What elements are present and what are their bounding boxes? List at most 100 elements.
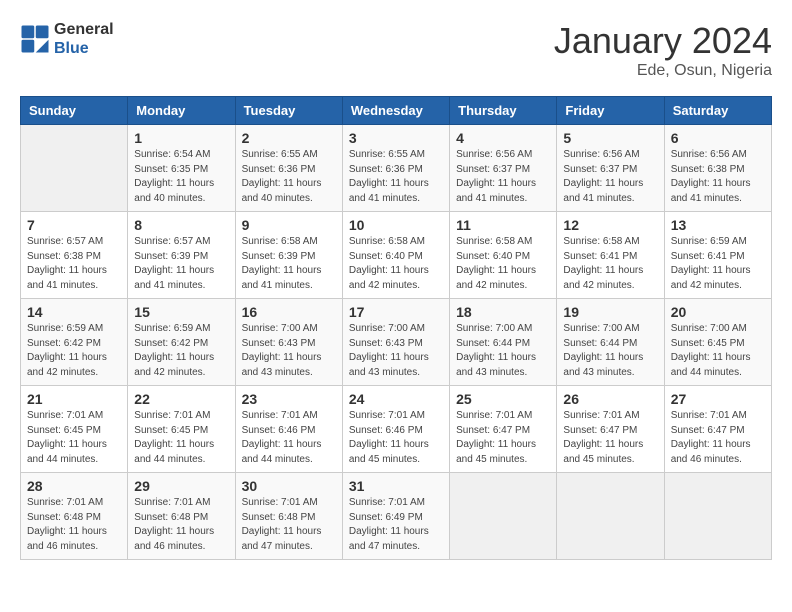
- calendar-subtitle: Ede, Osun, Nigeria: [554, 62, 772, 80]
- day-info: Sunrise: 7:00 AMSunset: 6:44 PMDaylight:…: [456, 322, 550, 380]
- calendar-title: January 2024: [554, 20, 772, 62]
- calendar-cell: 19 Sunrise: 7:00 AMSunset: 6:44 PMDayligh…: [557, 299, 664, 386]
- day-info: Sunrise: 7:01 AMSunset: 6:49 PMDaylight:…: [349, 496, 443, 554]
- calendar-cell: 12 Sunrise: 6:58 AMSunset: 6:41 PMDayligh…: [557, 212, 664, 299]
- page-header: General Blue January 2024 Ede, Osun, Nig…: [20, 20, 772, 80]
- day-info: Sunrise: 6:57 AMSunset: 6:39 PMDaylight:…: [134, 235, 228, 293]
- day-info: Sunrise: 7:00 AMSunset: 6:43 PMDaylight:…: [349, 322, 443, 380]
- day-number: 9: [242, 217, 336, 233]
- title-block: January 2024 Ede, Osun, Nigeria: [554, 20, 772, 80]
- day-number: 21: [27, 391, 121, 407]
- day-info: Sunrise: 6:54 AMSunset: 6:35 PMDaylight:…: [134, 148, 228, 206]
- calendar-cell: 20 Sunrise: 7:00 AMSunset: 6:45 PMDayligh…: [664, 299, 771, 386]
- day-info: Sunrise: 6:59 AMSunset: 6:42 PMDaylight:…: [27, 322, 121, 380]
- calendar-week-1: 1 Sunrise: 6:54 AMSunset: 6:35 PMDaylight…: [21, 125, 772, 212]
- calendar-cell: 23 Sunrise: 7:01 AMSunset: 6:46 PMDayligh…: [235, 386, 342, 473]
- calendar-cell: 26 Sunrise: 7:01 AMSunset: 6:47 PMDayligh…: [557, 386, 664, 473]
- calendar-cell: [450, 473, 557, 560]
- day-info: Sunrise: 7:00 AMSunset: 6:44 PMDaylight:…: [563, 322, 657, 380]
- logo-icon: [20, 24, 50, 54]
- day-info: Sunrise: 6:55 AMSunset: 6:36 PMDaylight:…: [349, 148, 443, 206]
- header-wednesday: Wednesday: [342, 97, 449, 125]
- calendar-cell: 2 Sunrise: 6:55 AMSunset: 6:36 PMDaylight…: [235, 125, 342, 212]
- day-number: 16: [242, 304, 336, 320]
- day-info: Sunrise: 7:01 AMSunset: 6:45 PMDaylight:…: [27, 409, 121, 467]
- day-number: 2: [242, 130, 336, 146]
- day-info: Sunrise: 6:58 AMSunset: 6:39 PMDaylight:…: [242, 235, 336, 293]
- day-info: Sunrise: 6:58 AMSunset: 6:41 PMDaylight:…: [563, 235, 657, 293]
- calendar-cell: 21 Sunrise: 7:01 AMSunset: 6:45 PMDayligh…: [21, 386, 128, 473]
- header-thursday: Thursday: [450, 97, 557, 125]
- day-number: 6: [671, 130, 765, 146]
- calendar-cell: 25 Sunrise: 7:01 AMSunset: 6:47 PMDayligh…: [450, 386, 557, 473]
- day-number: 1: [134, 130, 228, 146]
- calendar-week-5: 28Sunrise: 7:01 AMSunset: 6:48 PMDayligh…: [21, 473, 772, 560]
- day-number: 18: [456, 304, 550, 320]
- day-number: 13: [671, 217, 765, 233]
- day-info: Sunrise: 6:56 AMSunset: 6:37 PMDaylight:…: [456, 148, 550, 206]
- day-info: Sunrise: 6:55 AMSunset: 6:36 PMDaylight:…: [242, 148, 336, 206]
- calendar-cell: 1 Sunrise: 6:54 AMSunset: 6:35 PMDaylight…: [128, 125, 235, 212]
- day-info: Sunrise: 7:00 AMSunset: 6:45 PMDaylight:…: [671, 322, 765, 380]
- calendar-cell: 13 Sunrise: 6:59 AMSunset: 6:41 PMDayligh…: [664, 212, 771, 299]
- calendar-cell: 15Sunrise: 6:59 AMSunset: 6:42 PMDayligh…: [128, 299, 235, 386]
- day-number: 17: [349, 304, 443, 320]
- calendar-cell: 9 Sunrise: 6:58 AMSunset: 6:39 PMDaylight…: [235, 212, 342, 299]
- header-friday: Friday: [557, 97, 664, 125]
- day-info: Sunrise: 7:01 AMSunset: 6:46 PMDaylight:…: [242, 409, 336, 467]
- day-number: 23: [242, 391, 336, 407]
- calendar-cell: 17 Sunrise: 7:00 AMSunset: 6:43 PMDayligh…: [342, 299, 449, 386]
- day-number: 26: [563, 391, 657, 407]
- calendar-week-3: 14Sunrise: 6:59 AMSunset: 6:42 PMDayligh…: [21, 299, 772, 386]
- day-number: 29: [134, 478, 228, 494]
- day-number: 7: [27, 217, 121, 233]
- header-tuesday: Tuesday: [235, 97, 342, 125]
- calendar-cell: 4 Sunrise: 6:56 AMSunset: 6:37 PMDaylight…: [450, 125, 557, 212]
- day-info: Sunrise: 7:00 AMSunset: 6:43 PMDaylight:…: [242, 322, 336, 380]
- day-info: Sunrise: 7:01 AMSunset: 6:48 PMDaylight:…: [242, 496, 336, 554]
- calendar-cell: 7Sunrise: 6:57 AMSunset: 6:38 PMDaylight…: [21, 212, 128, 299]
- day-info: Sunrise: 6:56 AMSunset: 6:38 PMDaylight:…: [671, 148, 765, 206]
- calendar-cell: 14Sunrise: 6:59 AMSunset: 6:42 PMDayligh…: [21, 299, 128, 386]
- calendar-header-row: SundayMondayTuesdayWednesdayThursdayFrid…: [21, 97, 772, 125]
- header-monday: Monday: [128, 97, 235, 125]
- day-number: 19: [563, 304, 657, 320]
- calendar-cell: [21, 125, 128, 212]
- calendar-cell: 31 Sunrise: 7:01 AMSunset: 6:49 PMDayligh…: [342, 473, 449, 560]
- day-number: 22: [134, 391, 228, 407]
- day-info: Sunrise: 6:58 AMSunset: 6:40 PMDaylight:…: [349, 235, 443, 293]
- calendar-week-4: 21 Sunrise: 7:01 AMSunset: 6:45 PMDayligh…: [21, 386, 772, 473]
- day-info: Sunrise: 6:56 AMSunset: 6:37 PMDaylight:…: [563, 148, 657, 206]
- calendar-cell: 16 Sunrise: 7:00 AMSunset: 6:43 PMDayligh…: [235, 299, 342, 386]
- calendar-table: SundayMondayTuesdayWednesdayThursdayFrid…: [20, 96, 772, 560]
- day-number: 31: [349, 478, 443, 494]
- calendar-cell: [664, 473, 771, 560]
- calendar-cell: 6 Sunrise: 6:56 AMSunset: 6:38 PMDaylight…: [664, 125, 771, 212]
- day-number: 15: [134, 304, 228, 320]
- day-number: 24: [349, 391, 443, 407]
- calendar-cell: 22 Sunrise: 7:01 AMSunset: 6:45 PMDayligh…: [128, 386, 235, 473]
- day-info: Sunrise: 7:01 AMSunset: 6:46 PMDaylight:…: [349, 409, 443, 467]
- calendar-cell: 5Sunrise: 6:56 AMSunset: 6:37 PMDaylight…: [557, 125, 664, 212]
- day-info: Sunrise: 6:59 AMSunset: 6:41 PMDaylight:…: [671, 235, 765, 293]
- logo: General Blue: [20, 20, 114, 58]
- day-number: 30: [242, 478, 336, 494]
- day-info: Sunrise: 7:01 AMSunset: 6:48 PMDaylight:…: [134, 496, 228, 554]
- day-info: Sunrise: 7:01 AMSunset: 6:45 PMDaylight:…: [134, 409, 228, 467]
- calendar-cell: 30 Sunrise: 7:01 AMSunset: 6:48 PMDayligh…: [235, 473, 342, 560]
- day-number: 27: [671, 391, 765, 407]
- calendar-cell: [557, 473, 664, 560]
- header-sunday: Sunday: [21, 97, 128, 125]
- day-number: 20: [671, 304, 765, 320]
- day-info: Sunrise: 7:01 AMSunset: 6:47 PMDaylight:…: [563, 409, 657, 467]
- day-number: 12: [563, 217, 657, 233]
- day-number: 25: [456, 391, 550, 407]
- calendar-cell: 3Sunrise: 6:55 AMSunset: 6:36 PMDaylight…: [342, 125, 449, 212]
- logo-text-blue: Blue: [54, 39, 114, 58]
- day-number: 10: [349, 217, 443, 233]
- calendar-cell: 8 Sunrise: 6:57 AMSunset: 6:39 PMDaylight…: [128, 212, 235, 299]
- day-number: 4: [456, 130, 550, 146]
- day-info: Sunrise: 6:58 AMSunset: 6:40 PMDaylight:…: [456, 235, 550, 293]
- day-info: Sunrise: 7:01 AMSunset: 6:47 PMDaylight:…: [456, 409, 550, 467]
- day-number: 8: [134, 217, 228, 233]
